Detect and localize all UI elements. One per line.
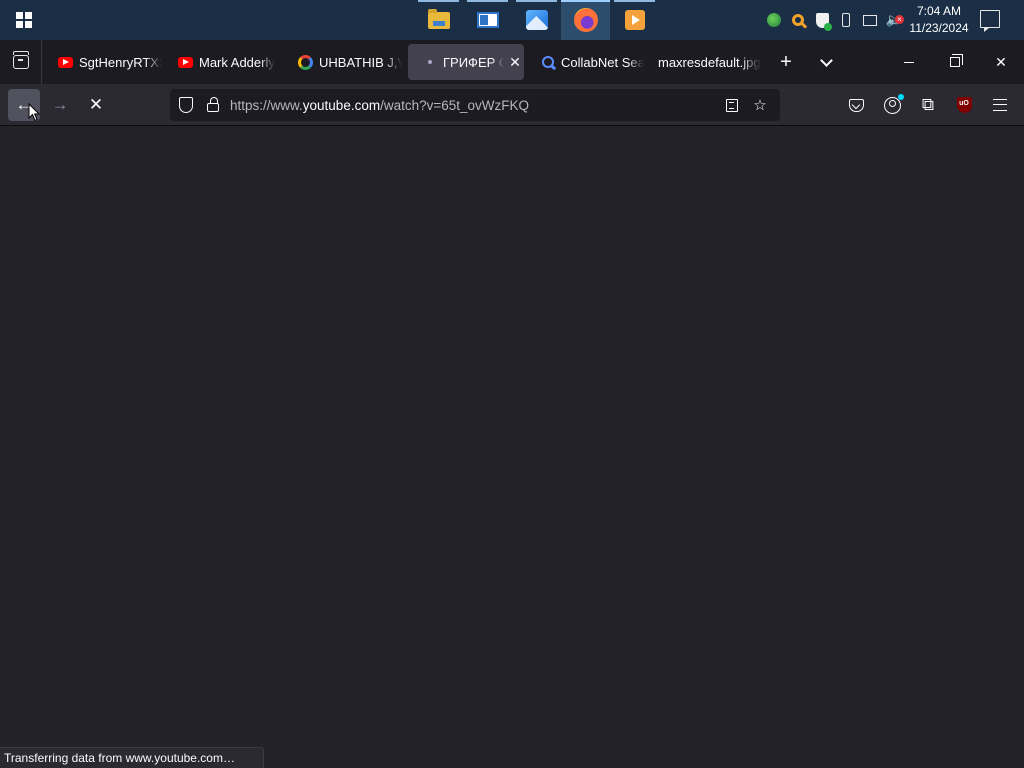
- volume-muted-icon: 🔈: [886, 12, 905, 28]
- navigation-toolbar: ← → ✕ https://www.youtube.com/watch?v=65…: [0, 84, 1024, 126]
- ublock-origin-button[interactable]: uO: [948, 89, 980, 121]
- lock-icon[interactable]: [207, 97, 219, 112]
- stop-icon: ✕: [88, 95, 104, 114]
- url-bar[interactable]: https://www.youtube.com/watch?v=65t_ovWz…: [170, 89, 780, 121]
- news-icon: [476, 12, 499, 28]
- tab-title: SgtHenryRTX3: [79, 54, 162, 70]
- firefox-view-button[interactable]: [0, 40, 42, 84]
- tray-volume[interactable]: 🔈: [882, 0, 906, 40]
- taskbar-clock[interactable]: 7:04 AM 11/23/2024: [905, 3, 973, 37]
- media-player-icon: [624, 10, 645, 30]
- hamburger-menu-icon: [993, 99, 1007, 111]
- tab[interactable]: SgtHenryRTX3: [44, 44, 162, 80]
- minimize-icon: [904, 61, 914, 63]
- taskbar-app-photos[interactable]: [512, 0, 561, 40]
- magnifier-icon: [792, 14, 804, 26]
- reader-view-button[interactable]: [718, 91, 746, 119]
- youtube-icon: [178, 56, 193, 68]
- firefox-view-icon: [12, 51, 29, 69]
- url-path: /watch?v=65t_ovWzFKQ: [380, 97, 530, 113]
- list-all-tabs-button[interactable]: [810, 46, 842, 78]
- taskbar-pinned-apps: [414, 0, 659, 40]
- new-tab-button[interactable]: +: [770, 46, 802, 78]
- page-content-area[interactable]: [0, 127, 1024, 768]
- system-tray: 🔈: [762, 0, 906, 40]
- photos-icon: [525, 10, 548, 30]
- close-icon: ✕: [995, 53, 1007, 70]
- tab-close-button[interactable]: ✕: [506, 53, 524, 71]
- youtube-icon: [58, 56, 73, 68]
- clock-time: 7:04 AM: [916, 4, 962, 18]
- tray-security[interactable]: [810, 0, 834, 40]
- tray-usb[interactable]: [834, 0, 858, 40]
- taskbar-app-news[interactable]: [463, 0, 512, 40]
- pocket-icon: [848, 98, 864, 112]
- restore-button[interactable]: [932, 40, 978, 84]
- taskbar-app-file-explorer[interactable]: [414, 0, 463, 40]
- close-window-button[interactable]: ✕: [978, 40, 1024, 84]
- chevron-down-icon: [819, 53, 833, 67]
- security-shield-icon: [815, 12, 832, 31]
- browser-tab-strip: SgtHenryRTX3 Mark Adderly UHBATHIB J,VI …: [0, 40, 1024, 84]
- firefox-icon: [573, 8, 598, 32]
- tab[interactable]: UHBATHIB J,VI: [284, 44, 402, 80]
- bookmark-star-button[interactable]: ☆: [746, 91, 774, 119]
- puzzle-piece-icon: ⧉: [921, 95, 935, 114]
- clock-date: 11/23/2024: [909, 21, 969, 35]
- restore-icon: [950, 54, 963, 67]
- windows-taskbar: 🔈 7:04 AM 11/23/2024: [0, 0, 1024, 40]
- tray-app-globe[interactable]: [762, 0, 786, 40]
- tab[interactable]: CollabNet Sea: [526, 44, 644, 80]
- ublock-origin-icon: uO: [956, 97, 972, 113]
- globe-icon: [767, 13, 781, 27]
- pocket-button[interactable]: [840, 89, 872, 121]
- taskbar-app-media-player[interactable]: [610, 0, 659, 40]
- google-icon: [298, 54, 313, 70]
- url-host: youtube.com: [302, 97, 381, 113]
- tray-app-search[interactable]: [786, 0, 810, 40]
- taskbar-app-firefox[interactable]: [561, 0, 610, 40]
- account-icon: [883, 93, 904, 114]
- tab[interactable]: Mark Adderly: [164, 44, 282, 80]
- forward-arrow-icon: →: [51, 95, 69, 114]
- start-button[interactable]: [0, 0, 48, 40]
- tab-title: UHBATHIB J,VI: [319, 54, 402, 70]
- search-icon: [541, 56, 554, 68]
- tracking-protection-shield-icon[interactable]: [179, 97, 193, 113]
- forward-button[interactable]: →: [44, 89, 76, 121]
- tab-title: ГРИФЕР ОБ: [443, 54, 504, 70]
- network-icon: [863, 14, 877, 26]
- notification-center-icon[interactable]: [980, 10, 1000, 32]
- app-menu-button[interactable]: [984, 89, 1016, 121]
- reader-view-icon: [726, 98, 738, 112]
- folder-icon: [427, 8, 450, 29]
- extensions-button[interactable]: ⧉: [912, 89, 944, 121]
- tab-title: CollabNet Sea: [561, 54, 644, 70]
- windows-logo-icon: [16, 12, 32, 28]
- url-text[interactable]: https://www.youtube.com/watch?v=65t_ovWz…: [230, 98, 529, 113]
- status-panel: Transferring data from www.youtube.com…: [0, 747, 264, 768]
- stop-button[interactable]: ✕: [80, 89, 112, 121]
- tab-title: Mark Adderly: [199, 54, 275, 70]
- tray-network[interactable]: [858, 0, 882, 40]
- usb-drive-icon: [842, 13, 850, 27]
- tab-selected[interactable]: ГРИФЕР ОБ ✕: [408, 44, 524, 80]
- star-icon: ☆: [753, 97, 767, 114]
- loading-dot-icon: [427, 60, 432, 64]
- url-prefix: https://www.: [230, 97, 303, 113]
- minimize-button[interactable]: [886, 40, 932, 84]
- tab[interactable]: maxresdefault.jpg: [644, 44, 762, 80]
- tab-title: maxresdefault.jpg: [658, 54, 761, 70]
- account-button[interactable]: [876, 89, 908, 121]
